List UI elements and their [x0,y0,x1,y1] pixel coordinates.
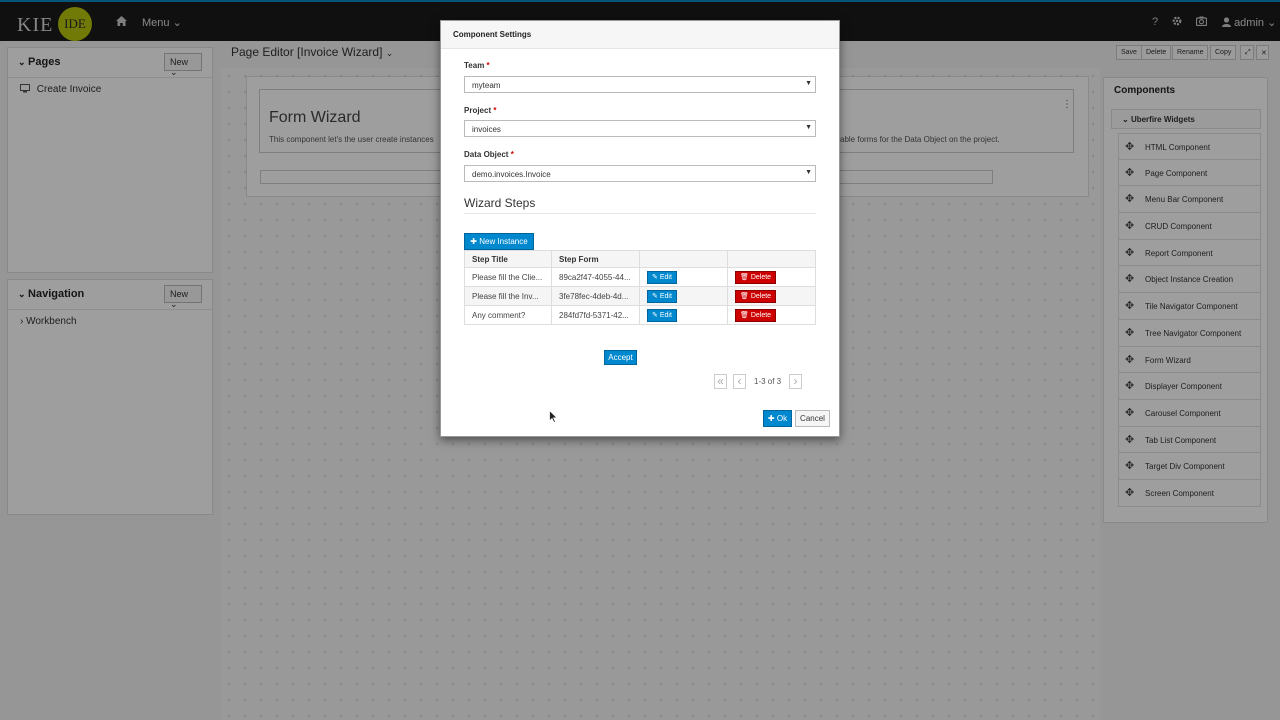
delete-cell: 🗑 Delete [727,286,816,306]
table-row: Please fill the Inv... 3fe78fec-4deb-4d.… [464,286,816,306]
accept-button[interactable]: Accept [604,350,637,365]
edit-icon: ✎ [652,273,658,281]
edit-cell: ✎ Edit [639,305,728,325]
delete-button[interactable]: 🗑 Delete [735,308,777,322]
column-header-edit [639,250,728,268]
delete-label: Delete [750,273,772,281]
project-select-value: invoices [472,125,501,134]
edit-icon: ✎ [652,311,658,319]
plus-icon: ✚ [470,237,480,246]
wizard-steps-title: Wizard Steps [464,196,536,210]
column-header-step-form[interactable]: Step Form [551,250,640,268]
edit-cell: ✎ Edit [639,286,728,306]
project-select[interactable]: invoices ▼ [464,120,816,137]
edit-button[interactable]: ✎ Edit [647,289,677,303]
plus-icon: ✚ [767,414,775,423]
pager-range: 1-3 of 3 [754,377,782,386]
step-form-cell: 89ca2f47-4055-44... [551,267,640,287]
edit-icon: ✎ [652,292,658,300]
delete-label: Delete [750,311,772,319]
prev-page-button[interactable]: ‹ [733,374,746,389]
edit-label: Edit [659,273,672,281]
caret-down-icon: ▼ [805,169,812,176]
project-label-text: Project [464,106,492,115]
step-title-cell: Any comment? [464,305,552,325]
delete-button[interactable]: 🗑 Delete [735,270,777,284]
trash-icon: 🗑 [740,311,749,319]
edit-label: Edit [659,311,672,319]
table-row: Any comment? 284fd7fd-5371-42... ✎ Edit … [464,305,816,325]
trash-icon: 🗑 [740,273,749,281]
step-form-cell: 284fd7fd-5371-42... [551,305,640,325]
column-header-delete [727,250,816,268]
edit-button[interactable]: ✎ Edit [647,308,677,322]
delete-cell: 🗑 Delete [727,305,816,325]
cancel-button[interactable]: Cancel [795,410,830,427]
column-header-step-title[interactable]: Step Title [464,250,552,268]
component-settings-dialog: Component Settings Team * myteam ▼ Proje… [440,20,840,437]
trash-icon: 🗑 [740,292,749,300]
required-mark: * [510,150,514,159]
delete-button[interactable]: 🗑 Delete [735,289,777,303]
step-title-cell: Please fill the Inv... [464,286,552,306]
data-object-label-text: Data Object [464,150,509,159]
first-page-button[interactable]: « [714,374,727,389]
edit-label: Edit [659,292,672,300]
mouse-cursor-icon [549,410,558,423]
team-select-value: myteam [472,81,501,90]
edit-cell: ✎ Edit [639,267,728,287]
step-form-cell: 3fe78fec-4deb-4d... [551,286,640,306]
data-object-select-value: demo.invoices.Invoice [472,170,551,179]
required-mark: * [493,106,497,115]
dialog-title: Component Settings [441,21,839,49]
caret-down-icon: ▼ [805,124,812,131]
delete-label: Delete [750,292,772,300]
project-label: Project * [464,106,496,115]
table-row: Please fill the Clie... 89ca2f47-4055-44… [464,267,816,287]
team-label: Team * [464,61,490,70]
caret-down-icon: ▼ [805,80,812,87]
data-object-label: Data Object * [464,150,514,159]
required-mark: * [486,61,490,70]
table-header-row: Step Title Step Form [464,250,816,268]
step-title-cell: Please fill the Clie... [464,267,552,287]
next-page-button[interactable]: › [789,374,802,389]
team-label-text: Team [464,61,485,70]
ok-button[interactable]: ✚ Ok [763,410,792,427]
wizard-steps-table: Step Title Step Form Please fill the Cli… [464,250,816,325]
data-object-select[interactable]: demo.invoices.Invoice ▼ [464,165,816,182]
new-instance-button[interactable]: ✚ New Instance [464,233,534,250]
ok-label: Ok [776,414,788,423]
edit-button[interactable]: ✎ Edit [647,270,677,284]
delete-cell: 🗑 Delete [727,267,816,287]
team-select[interactable]: myteam ▼ [464,76,816,93]
new-instance-label: New Instance [479,237,528,246]
divider [464,213,816,214]
